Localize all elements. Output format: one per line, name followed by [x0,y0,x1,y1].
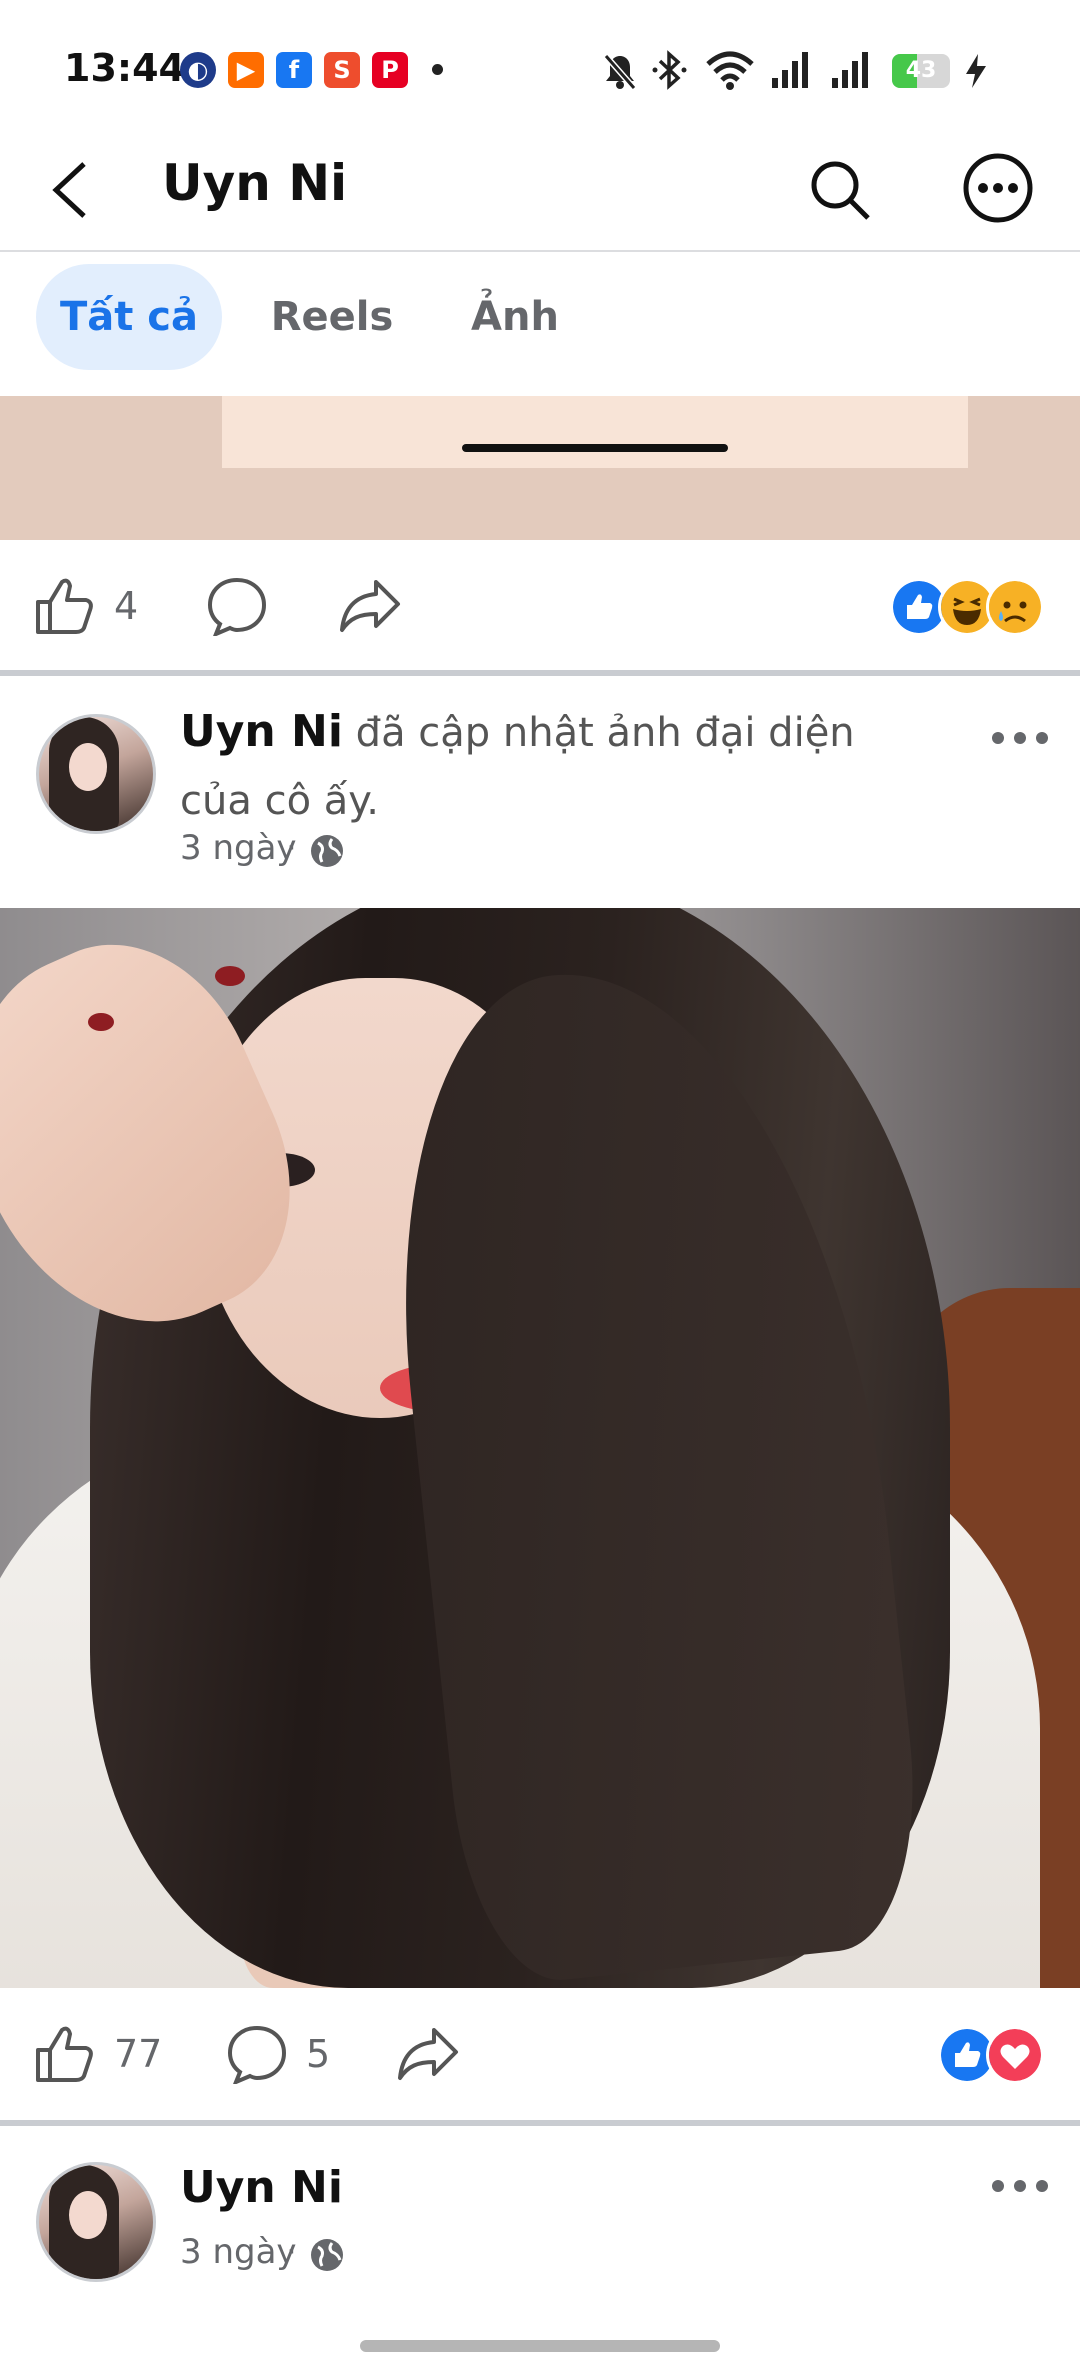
avatar[interactable] [36,2162,156,2282]
like-count[interactable]: 4 [114,584,138,628]
like-icon[interactable] [34,576,96,636]
wifi-icon [706,51,754,90]
photo-nail-2 [88,1013,114,1031]
signal-icon-2 [832,52,868,88]
comment-count[interactable]: 5 [306,2032,330,2076]
post-time[interactable]: 3 ngày [180,2232,297,2272]
photo-nail [215,966,245,986]
avatar[interactable] [36,714,156,834]
home-bar-graphic [462,444,728,452]
globe-icon [311,835,343,867]
post-divider [0,670,1080,676]
post-options-icon[interactable] [990,728,1050,748]
like-icon[interactable] [34,2024,96,2084]
post-photo[interactable] [0,908,1080,1988]
post-time[interactable]: 3 ngày [180,828,297,868]
author-name[interactable]: Uyn Ni [180,706,343,757]
gesture-navigation-bar[interactable] [360,2340,720,2352]
globe-icon [311,2239,343,2271]
status-bar: 13:44 ◐ ▶ f S P 43 [0,0,1080,130]
meta-separator: · [286,2232,297,2272]
notification-dot-icon [432,64,443,75]
mute-bell-icon [603,54,637,90]
chevron-left-icon[interactable] [48,160,92,220]
page-header: Uyn Ni [0,130,1080,252]
page-title: Uyn Ni [162,154,348,212]
more-horizontal-icon[interactable] [962,152,1034,224]
comment-icon[interactable] [206,576,268,636]
messenger-app-icon: ◐ [180,52,216,88]
post-options-icon[interactable] [990,2176,1050,2196]
facebook-app-icon: f [276,52,312,88]
charging-bolt-icon [966,54,986,88]
tab-reels[interactable]: Reels [252,264,412,370]
post-media[interactable] [0,396,1080,540]
meta-separator: · [286,828,297,868]
pinterest-app-icon: P [372,52,408,88]
share-icon[interactable] [396,2026,460,2082]
bluetooth-icon [652,50,687,90]
post-header-text: Uyn Ni đã cập nhật ảnh đại diện của cô ấ… [180,702,920,839]
battery-indicator: 43 [892,54,950,88]
like-count[interactable]: 77 [114,2032,162,2076]
video-app-icon: ▶ [228,52,264,88]
tab-photos[interactable]: Ảnh [440,264,590,370]
author-name[interactable]: Uyn Ni [180,2162,343,2213]
reaction-summary[interactable] [890,578,1050,636]
reaction-summary[interactable] [938,2026,1050,2084]
search-icon[interactable] [808,158,872,222]
shopee-app-icon: S [324,52,360,88]
status-time: 13:44 [64,46,185,90]
post-divider [0,2120,1080,2126]
love-reaction-icon [986,2026,1044,2084]
media-content [222,396,968,468]
share-icon[interactable] [338,578,402,634]
tab-all[interactable]: Tất cả [36,264,222,370]
signal-icon [772,52,808,88]
sad-reaction-icon [986,578,1044,636]
comment-icon[interactable] [226,2024,288,2084]
